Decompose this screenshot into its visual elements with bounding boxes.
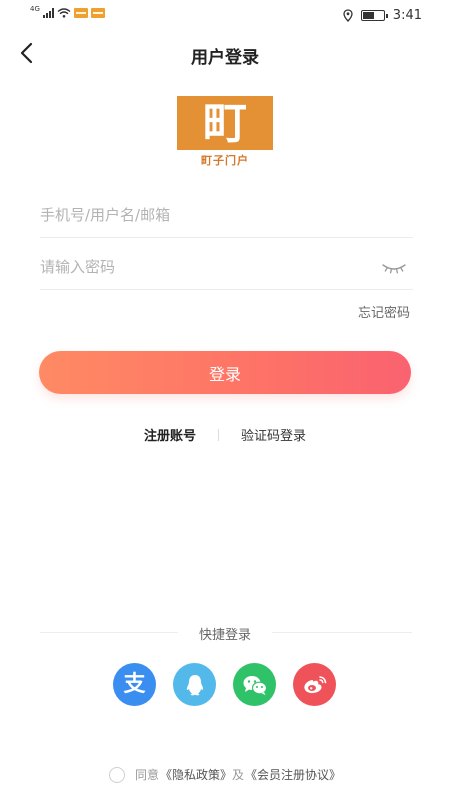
member-agreement-link[interactable]: 《会员注册协议》 — [245, 766, 341, 783]
status-bar-right: 3:41 — [343, 8, 422, 23]
eye-closed-icon[interactable] — [381, 260, 407, 276]
network-type: 4G — [30, 5, 40, 13]
quick-login-title: 快捷登录 — [198, 628, 251, 643]
agree-prefix: 同意 — [134, 768, 159, 782]
agree-joiner: 及 — [232, 768, 245, 782]
weibo-login-button[interactable] — [293, 663, 336, 706]
logo-subtitle: 町子门户 — [201, 154, 249, 167]
notification-icon — [73, 8, 88, 18]
logo-band: 町子门户 — [177, 150, 273, 170]
notification-icon — [90, 8, 105, 18]
status-bar-left: 4G — [30, 5, 105, 18]
register-link[interactable]: 注册账号 — [144, 425, 196, 444]
signal-icon — [42, 8, 54, 18]
sms-login-link[interactable]: 验证码登录 — [241, 425, 306, 444]
wifi-icon — [57, 8, 71, 18]
username-input[interactable] — [40, 194, 360, 236]
privacy-policy-link[interactable]: 《隐私政策》 — [160, 766, 232, 783]
alipay-login-button[interactable]: 支 — [113, 663, 156, 706]
wechat-icon — [243, 675, 267, 695]
password-input[interactable] — [40, 246, 360, 288]
alipay-icon: 支 — [123, 671, 146, 697]
login-button[interactable]: 登录 — [39, 351, 411, 394]
links-divider — [218, 428, 219, 441]
page-title: 用户登录 — [191, 48, 259, 68]
weibo-icon — [303, 675, 326, 693]
clock: 3:41 — [392, 8, 422, 23]
alternate-links: 注册账号 验证码登录 — [0, 425, 450, 444]
username-field — [40, 194, 413, 238]
password-field — [40, 246, 413, 290]
agreement-row: 同意 《隐私政策》 及 《会员注册协议》 — [0, 766, 450, 783]
status-bar: 4G 3:41 — [0, 0, 450, 30]
qq-login-button[interactable] — [173, 663, 216, 706]
quick-login-divider-right — [272, 632, 412, 633]
forgot-password-link[interactable]: 忘记密码 — [358, 302, 410, 321]
battery-icon — [360, 10, 388, 21]
qq-icon — [186, 674, 203, 695]
wechat-login-button[interactable] — [233, 663, 276, 706]
app-logo: 町 町子门户 — [177, 96, 273, 170]
agree-checkbox[interactable] — [108, 766, 125, 783]
location-icon — [343, 9, 353, 22]
logo-character: 町 — [203, 98, 247, 149]
